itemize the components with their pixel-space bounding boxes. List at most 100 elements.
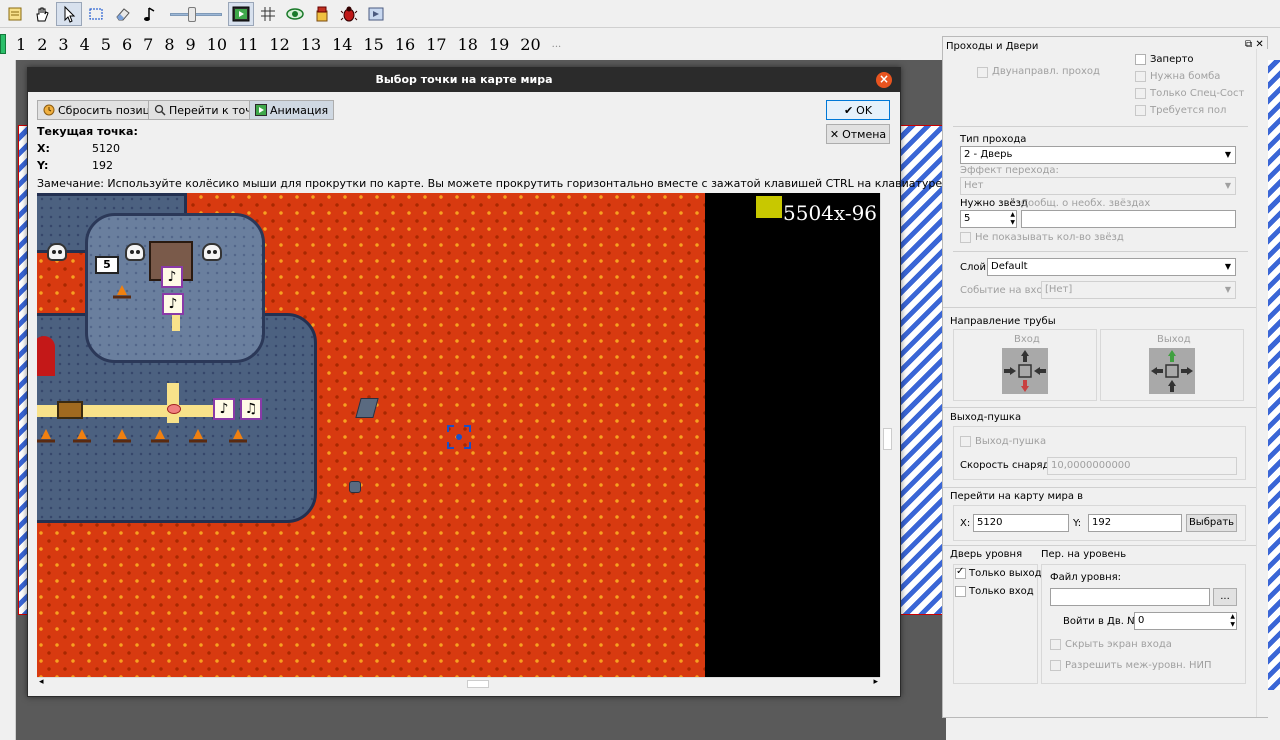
animation-toggle-button[interactable]: Анимация bbox=[249, 100, 335, 120]
hide-star-count-checkbox[interactable] bbox=[960, 232, 971, 243]
need-bomb-checkbox[interactable] bbox=[1135, 71, 1146, 82]
scroll-left-icon[interactable]: ◂ bbox=[39, 677, 44, 687]
entry-only-checkbox[interactable] bbox=[955, 586, 966, 597]
panel-scrollbar[interactable] bbox=[1256, 49, 1268, 717]
pipe-out-selector[interactable] bbox=[1149, 348, 1195, 394]
grid-icon[interactable] bbox=[255, 2, 281, 26]
current-point-label: Текущая точка: bbox=[37, 125, 138, 138]
stars-message-label: Сообщ. о необх. звёздах bbox=[1021, 198, 1151, 209]
chevron-down-icon: ▼ bbox=[1224, 262, 1231, 271]
layer-14[interactable]: 14 bbox=[332, 35, 352, 54]
map-outside-area[interactable]: 5504x-96 bbox=[705, 193, 880, 677]
need-floor-checkbox[interactable] bbox=[1135, 105, 1146, 116]
layer-18[interactable]: 18 bbox=[458, 35, 478, 54]
play-level-icon[interactable] bbox=[228, 1, 254, 26]
skull-icon bbox=[125, 243, 145, 261]
exit-only-checkbox[interactable]: ✓ bbox=[955, 566, 966, 579]
layer-3[interactable]: 3 bbox=[58, 35, 68, 54]
pipe-in-label: Вход bbox=[1014, 334, 1040, 345]
layer-9[interactable]: 9 bbox=[186, 35, 196, 54]
eye-icon[interactable] bbox=[282, 2, 308, 26]
music-box-icon: ♪ bbox=[213, 398, 235, 420]
level-file-label: Файл уровня: bbox=[1050, 572, 1122, 583]
cancel-button[interactable]: ✕ Отмена bbox=[826, 124, 890, 144]
map-horizontal-scrollbar[interactable]: ◂ ▸ bbox=[37, 677, 880, 690]
layer-select[interactable]: Default ▼ bbox=[987, 258, 1236, 276]
select-rect-icon[interactable] bbox=[83, 2, 109, 26]
yellow-square-marker bbox=[756, 196, 782, 218]
world-y-field[interactable]: 192 bbox=[1088, 514, 1182, 532]
music-box-icon: ♫ bbox=[240, 398, 262, 420]
check-icon: ✔ bbox=[843, 103, 854, 117]
layer-2[interactable]: 2 bbox=[37, 35, 47, 54]
projectile-speed-spinbox[interactable]: 10,0000000000 bbox=[1047, 457, 1237, 475]
spin-arrows-icon[interactable]: ▲ ▼ bbox=[1010, 211, 1015, 227]
close-icon[interactable]: × bbox=[876, 72, 892, 88]
pointer-icon[interactable] bbox=[56, 1, 82, 26]
list-icon[interactable] bbox=[2, 2, 28, 26]
layer-16[interactable]: 16 bbox=[395, 35, 415, 54]
eraser-icon[interactable] bbox=[110, 2, 136, 26]
separator bbox=[943, 487, 1256, 488]
allow-npc-label: Разрешить меж-уровн. НИП bbox=[1065, 660, 1212, 671]
allow-npc-checkbox[interactable] bbox=[1050, 660, 1061, 671]
bucket-icon[interactable] bbox=[309, 2, 335, 26]
enter-door-spinbox[interactable]: 0 ▲ ▼ bbox=[1134, 612, 1237, 630]
layer-8[interactable]: 8 bbox=[164, 35, 174, 54]
fire-icon bbox=[189, 429, 207, 443]
animation-icon[interactable] bbox=[363, 2, 389, 26]
layer-11[interactable]: 11 bbox=[238, 35, 258, 54]
vscroll-thumb[interactable] bbox=[883, 428, 892, 450]
music-note-icon[interactable] bbox=[137, 2, 163, 26]
hscroll-thumb[interactable] bbox=[467, 680, 489, 688]
fire-icon bbox=[113, 429, 131, 443]
x-value: 5120 bbox=[92, 142, 120, 155]
level-file-field[interactable] bbox=[1050, 588, 1210, 606]
stars-message-field[interactable] bbox=[1021, 210, 1236, 228]
panel-title: Проходы и Двери bbox=[946, 41, 1039, 52]
layer-5[interactable]: 5 bbox=[101, 35, 111, 54]
world-x-field[interactable]: 5120 bbox=[973, 514, 1069, 532]
choose-button[interactable]: Выбрать bbox=[1186, 514, 1237, 532]
map-vertical-scrollbar[interactable] bbox=[880, 193, 893, 677]
stars-value: 5 bbox=[964, 213, 971, 224]
hide-entry-screen-checkbox[interactable] bbox=[1050, 639, 1061, 650]
two-way-checkbox[interactable] bbox=[977, 67, 988, 78]
zoom-slider[interactable] bbox=[168, 2, 224, 26]
layer-4[interactable]: 4 bbox=[80, 35, 90, 54]
layer-12[interactable]: 12 bbox=[269, 35, 289, 54]
special-only-checkbox[interactable] bbox=[1135, 88, 1146, 99]
layer-7[interactable]: 7 bbox=[143, 35, 153, 54]
layer-6[interactable]: 6 bbox=[122, 35, 132, 54]
hand-icon[interactable] bbox=[29, 2, 55, 26]
passage-type-select[interactable]: 2 - Дверь ▼ bbox=[960, 146, 1236, 164]
spin-arrows-icon[interactable]: ▲ ▼ bbox=[1230, 613, 1235, 629]
level-door-group bbox=[953, 564, 1038, 684]
layer-1[interactable]: 1 bbox=[16, 35, 26, 54]
layer-19[interactable]: 19 bbox=[489, 35, 509, 54]
pipe-in-selector[interactable] bbox=[1002, 348, 1048, 394]
stars-spinbox[interactable]: 5 ▲ ▼ bbox=[960, 210, 1017, 228]
need-bomb-label: Нужна бомба bbox=[1150, 71, 1221, 82]
slider-knob[interactable] bbox=[188, 6, 196, 22]
passage-effect-select[interactable]: Нет ▼ bbox=[960, 177, 1236, 195]
layer-13[interactable]: 13 bbox=[301, 35, 321, 54]
enter-door-label: Войти в Дв. № bbox=[1063, 616, 1138, 627]
bug-icon[interactable] bbox=[336, 2, 362, 26]
enter-event-select[interactable]: [Нет] ▼ bbox=[1041, 281, 1236, 299]
pipe-out-label: Выход bbox=[1157, 334, 1191, 345]
scroll-right-icon[interactable]: ▸ bbox=[873, 677, 878, 687]
cannon-exit-checkbox[interactable] bbox=[960, 436, 971, 447]
world-map-view[interactable]: ♪ ♪ ♪ ♫ 5 bbox=[37, 193, 705, 677]
need-floor-label: Требуется пол bbox=[1150, 105, 1227, 116]
layer-17[interactable]: 17 bbox=[426, 35, 446, 54]
locked-checkbox[interactable] bbox=[1135, 54, 1146, 65]
tank-icon bbox=[57, 401, 83, 419]
layer-more[interactable]: ... bbox=[552, 39, 562, 50]
ok-button[interactable]: ✔ OK bbox=[826, 100, 890, 120]
browse-button[interactable]: ... bbox=[1213, 588, 1237, 606]
layer-10[interactable]: 10 bbox=[207, 35, 227, 54]
pipe-arrows-icon bbox=[1004, 350, 1046, 392]
layer-20[interactable]: 20 bbox=[520, 35, 540, 54]
layer-15[interactable]: 15 bbox=[363, 35, 383, 54]
